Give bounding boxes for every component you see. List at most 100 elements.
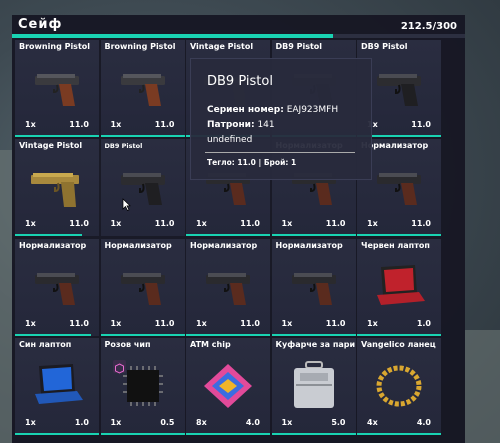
slot-quantity: 1x [281,417,293,427]
inventory-slot[interactable]: Куфарче за пари 1x 5.0 [271,337,356,435]
inventory-slot[interactable]: Нормализатор 1x 11.0 [100,238,185,336]
slot-weight: 5.0 [331,417,346,427]
slot-quantity: 1x [110,417,122,427]
inventory-slot[interactable]: Нормализатор 1x 11.0 [186,238,270,336]
gold-chain-icon [376,365,422,407]
briefcase-silver-icon [293,360,334,408]
inventory-slot[interactable]: Син лаптоп 1x 1.0 [15,337,99,435]
slot-quantity: 4x [367,417,378,427]
tooltip-serial-label: Сериен номер: [207,105,284,115]
slot-durability-bar [271,432,356,435]
slot-weight: 11.0 [325,219,346,229]
slot-weight: 11.0 [154,318,175,328]
slot-durability-bar [15,234,83,237]
slot-durability-bar [15,333,91,336]
tooltip-footer: Тегло: 11.0 | Брой: 1 [207,158,297,167]
pistol-black-icon [377,173,421,206]
safe-inventory-panel: Сейф 212.5/300 Browning Pistol 1x 11.0 Brow… [12,15,465,443]
slot-weight: 11.0 [240,219,260,229]
capacity-label: 212.5/300 [400,21,457,32]
slot-quantity: 1x [110,219,122,229]
laptop-red-icon [377,264,425,305]
background-object [465,330,500,443]
slot-durability-bar [357,333,441,336]
capacity-bar [12,34,465,38]
slot-weight: 4.0 [416,417,431,427]
slot-weight: 11.0 [69,120,89,129]
inventory-slot[interactable]: Vangelico ланец 4x 4.0 [357,337,441,435]
slot-quantity: 1x [25,219,36,229]
inventory-slot[interactable]: Vintage Pistol 1x 11.0 [15,139,99,237]
inventory-slot[interactable]: DB9 Pistol 1x 11.0 [100,139,185,237]
pistol-black-icon [206,272,250,305]
tooltip-serial-row: Сериен номер: EAJ923MFH [207,105,338,115]
slot-item-name: DB9 Pistol [275,42,323,51]
slot-durability-bar [100,135,185,137]
slot-durability-bar [186,234,270,237]
slot-durability-bar [357,432,441,435]
slot-quantity: 8x [196,417,207,427]
slot-quantity: 1x [25,318,36,328]
slot-durability-bar [186,333,270,336]
tooltip-divider [205,152,355,153]
slot-item-name: Куфарче за пари [275,339,356,349]
capacity-bar-fill [12,34,333,38]
inventory-slot[interactable]: Розов чип 1x 0.5 [100,337,185,435]
tooltip-extra: undefined [207,135,253,145]
laptop-blue-icon [35,363,83,404]
slot-item-name: Browning Pistol [104,42,176,51]
inventory-slot[interactable]: Нормализатор 1x 11.0 [15,238,99,336]
slot-weight: 11.0 [154,120,175,129]
tooltip-ammo-row: Патрони: 141 [207,120,275,130]
slot-weight: 1.0 [416,318,431,328]
slot-quantity: 1x [25,120,36,129]
pistol-compact-icon [377,74,421,106]
slot-quantity: 1x [281,219,293,229]
slot-item-name: Червен лаптоп [361,240,430,250]
pistol-vintage-gold-icon [31,173,79,208]
slot-quantity: 1x [110,318,122,328]
tooltip-ammo-value: 141 [257,120,275,130]
inventory-slot[interactable]: Червен лаптоп 1x 1.0 [357,238,441,336]
slot-quantity: 1x [110,120,122,129]
pistol-black-icon [35,272,79,305]
slot-item-name: ATM chip [190,339,231,349]
slot-item-name: Син лаптоп [19,339,72,349]
slot-quantity: 1x [196,318,207,328]
pistol-black-icon [120,272,165,305]
mouse-cursor-icon [122,198,131,211]
pistol-brown-grip-icon [120,74,165,106]
slot-item-name: Vangelico ланец [361,339,436,349]
slot-weight: 1.0 [74,417,89,427]
slot-item-name: Нормализатор [19,240,87,250]
slot-weight: 11.0 [325,318,346,328]
inventory-slot[interactable]: ATM chip 8x 4.0 [186,337,270,435]
slot-weight: 11.0 [411,120,431,129]
slot-item-name: Нормализатор [190,240,258,250]
background-object [0,150,12,443]
slot-durability-bar [15,432,99,435]
slot-weight: 11.0 [411,219,431,229]
slot-durability-bar [271,333,356,336]
slot-weight: 11.0 [69,318,89,328]
slot-item-name: Нормализатор [104,240,172,250]
pistol-black-icon [291,272,336,305]
slot-quantity: 1x [25,417,36,427]
tooltip-title: DB9 Pistol [207,74,273,89]
item-tooltip: DB9 Pistol Сериен номер: EAJ923MFH Патро… [190,58,372,180]
inventory-slot[interactable]: Browning Pistol 1x 11.0 [15,40,99,137]
slot-durability-bar [186,432,270,435]
inventory-slot[interactable]: Browning Pistol 1x 11.0 [100,40,185,137]
slot-durability-bar [15,135,99,137]
slot-item-name: DB9 Pistol [104,142,143,151]
slot-item-name: Нормализатор [275,240,343,250]
slot-durability-bar [271,234,356,237]
panel-title: Сейф [18,17,63,32]
slot-durability-bar [100,432,185,435]
inventory-slot[interactable]: Нормализатор 1x 11.0 [271,238,356,336]
slot-item-name: DB9 Pistol [361,42,408,51]
slot-item-name: Vintage Pistol [19,141,83,151]
slot-quantity: 1x [281,318,293,328]
slot-durability-bar [357,234,441,237]
slot-quantity: 1x [196,219,207,229]
